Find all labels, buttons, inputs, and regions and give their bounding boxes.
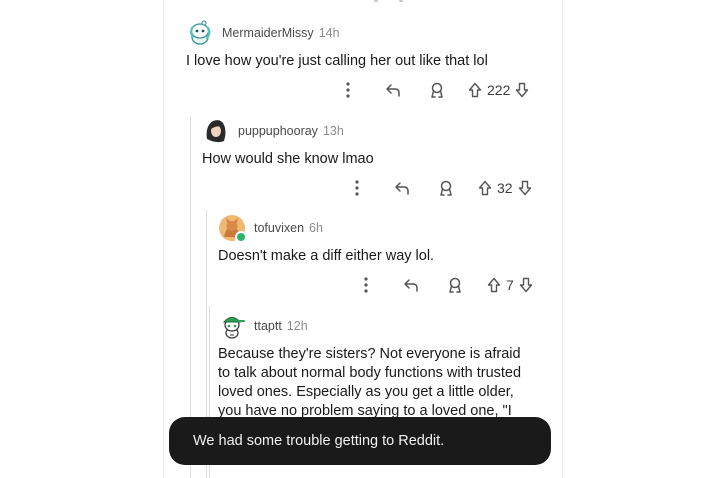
reply-arrow-icon[interactable] [385,83,401,97]
comment-age: 12h [286,319,308,333]
panel-border-right [562,0,563,478]
more-vertical-icon[interactable] [350,180,364,196]
toast-message: We had some trouble getting to Reddit. [193,433,445,449]
comment-header: MermaiderMissy 14h [186,18,556,48]
top-edge-mark [399,0,403,2]
comment: puppuphooray 13h How would she know lmao [202,116,552,169]
comment-body: How would she know lmao [202,151,374,167]
comment-username[interactable]: tofuvixen [254,221,304,235]
error-toast: We had some trouble getting to Reddit. [169,417,551,465]
comment-thread: MermaiderMissy 14h I love how you're jus… [163,0,563,478]
more-vertical-icon[interactable] [359,277,373,293]
snoo-mermaid-avatar[interactable] [186,19,214,47]
snoo-green-cap-avatar[interactable] [218,312,246,340]
comment-body-line: Because they're sisters? Not everyone is… [218,346,521,362]
vote-control: 222 [468,82,529,98]
comment-username[interactable]: MermaiderMissy [222,26,314,40]
comment-actions: 7 [359,273,533,297]
downvote-arrow-icon[interactable] [515,82,529,98]
vote-control: 7 [487,277,533,293]
upvote-arrow-icon[interactable] [478,180,492,196]
comment-username[interactable]: puppuphooray [238,124,318,138]
downvote-arrow-icon[interactable] [518,180,532,196]
vote-score: 32 [497,180,513,196]
award-icon[interactable] [429,82,445,98]
fox-avatar[interactable] [218,214,247,243]
reply-arrow-icon[interactable] [394,181,410,195]
online-status-indicator [235,231,247,243]
comment: MermaiderMissy 14h I love how you're jus… [186,18,556,71]
comment-age: 13h [322,124,344,138]
comment-age: 6h [309,221,323,235]
comment-username[interactable]: ttaptt [254,319,282,333]
comment-body-line: loved ones. Especially as you get a litt… [218,384,514,400]
award-icon[interactable] [447,277,463,293]
upvote-arrow-icon[interactable] [468,82,482,98]
reply-arrow-icon[interactable] [403,278,419,292]
comment-age: 14h [318,26,340,40]
comment-body: I love how you're just calling her out l… [186,53,488,69]
comment-header: puppuphooray 13h [202,116,552,146]
comment-actions: 222 [341,78,529,102]
downvote-arrow-icon[interactable] [519,277,533,293]
award-icon[interactable] [438,180,454,196]
comment: ttaptt 12h Because they're sisters? Not … [218,311,558,421]
top-edge-mark [374,0,378,2]
comment-body-line: to talk about normal body functions with… [218,365,522,381]
vote-score: 222 [487,82,511,98]
comment-body: Because they're sisters? Not everyone is… [218,345,558,421]
comment: tofuvixen 6h Doesn't make a diff either … [218,213,548,266]
upvote-arrow-icon[interactable] [487,277,501,293]
dark-hair-avatar[interactable] [202,117,230,145]
panel-border-left [163,0,164,478]
comment-actions: 32 [350,176,532,200]
more-vertical-icon[interactable] [341,82,355,98]
vote-control: 32 [478,180,532,196]
comment-header: ttaptt 12h [218,311,558,341]
vote-score: 7 [506,277,514,293]
comment-header: tofuvixen 6h [218,213,548,243]
comment-body: Doesn't make a diff either way lol. [218,248,435,264]
